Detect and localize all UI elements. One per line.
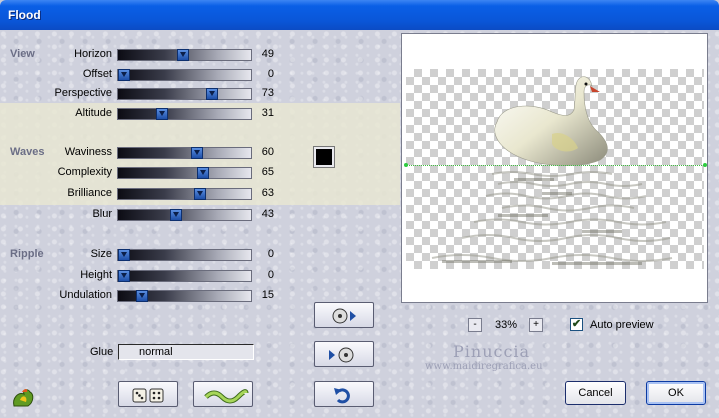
slider-thumb[interactable] <box>194 188 207 200</box>
altitude-slider[interactable] <box>117 108 252 120</box>
slider-row-horizon: Horizon 49 <box>0 48 290 62</box>
slider-row-height: Height 0 <box>0 269 290 283</box>
slider-value: 0 <box>267 248 274 260</box>
slider-value: 73 <box>261 87 274 99</box>
reset-icon <box>334 388 350 404</box>
slider-value: 31 <box>261 107 274 119</box>
flaming-pear-logo-icon <box>13 389 34 407</box>
window-title: Flood <box>8 8 41 22</box>
slider-row-brilliance: Brilliance 63 <box>0 187 290 201</box>
glue-label: Glue <box>90 346 114 358</box>
slider-value: 63 <box>261 187 274 199</box>
slider-label: Perspective <box>54 87 112 99</box>
save-preset-button[interactable] <box>314 302 374 328</box>
slider-thumb[interactable] <box>190 147 203 159</box>
auto-preview-checkbox[interactable]: ✔ <box>570 318 583 331</box>
save-preset-icon <box>332 308 356 324</box>
waves-color-swatch[interactable] <box>313 146 335 168</box>
zoom-level: 33% <box>494 319 518 331</box>
slider-value: 65 <box>261 166 274 178</box>
load-preset-icon <box>329 347 354 363</box>
slider-label: Waviness <box>64 146 112 158</box>
slider-thumb[interactable] <box>118 69 130 81</box>
undulation-slider[interactable] <box>117 290 252 302</box>
slider-label: Altitude <box>75 107 112 119</box>
slider-value: 15 <box>261 289 274 301</box>
horizon-slider[interactable] <box>117 49 252 61</box>
slider-row-size: Size 0 <box>0 248 290 262</box>
zoom-out-button[interactable]: - <box>468 318 482 332</box>
size-slider[interactable] <box>117 249 252 261</box>
perspective-slider[interactable] <box>117 88 252 100</box>
load-preset-button[interactable] <box>314 341 374 367</box>
auto-preview-label: Auto preview <box>590 319 654 331</box>
slider-value: 60 <box>261 146 274 158</box>
slider-value: 0 <box>267 68 274 80</box>
slider-label: Brilliance <box>67 187 112 199</box>
slider-thumb[interactable] <box>170 209 183 221</box>
slider-label: Blur <box>92 208 112 220</box>
wave-preset-icon <box>204 389 249 404</box>
slider-row-offset: Offset 0 <box>0 68 290 82</box>
slider-label: Undulation <box>59 289 112 301</box>
slider-label: Complexity <box>57 166 112 178</box>
slider-thumb[interactable] <box>118 270 130 282</box>
complexity-slider[interactable] <box>117 167 252 179</box>
slider-thumb[interactable] <box>118 249 130 261</box>
horizon-marker-right[interactable] <box>703 163 707 167</box>
ok-button[interactable]: OK <box>646 381 706 405</box>
randomize-button[interactable] <box>118 381 178 407</box>
slider-row-altitude: Altitude 31 <box>0 107 290 121</box>
slider-row-waviness: Waviness 60 <box>0 146 290 160</box>
slider-value: 0 <box>267 269 274 281</box>
swan-preview-image <box>431 76 673 265</box>
horizon-guide-line <box>406 165 704 166</box>
reset-button[interactable] <box>314 381 374 407</box>
slider-row-complexity: Complexity 65 <box>0 166 290 180</box>
slider-row-undulation: Undulation 15 <box>0 289 290 303</box>
slider-label: Height <box>80 269 112 281</box>
slider-thumb[interactable] <box>206 88 219 100</box>
watermark-name: Pinuccia <box>453 342 531 361</box>
offset-slider[interactable] <box>117 69 252 81</box>
brilliance-slider[interactable] <box>117 188 252 200</box>
slider-thumb[interactable] <box>196 167 209 179</box>
glue-select[interactable]: normal <box>118 344 254 360</box>
slider-label: Offset <box>82 68 112 80</box>
slider-value: 49 <box>261 48 274 60</box>
slider-thumb[interactable] <box>177 49 190 61</box>
slider-row-blur: Blur 43 <box>0 208 290 222</box>
horizon-marker-left[interactable] <box>404 163 408 167</box>
slider-label: Horizon <box>74 48 112 60</box>
slider-row-perspective: Perspective 73 <box>0 87 290 101</box>
randomize-dice-icon <box>132 388 164 403</box>
slider-thumb[interactable] <box>136 290 149 302</box>
title-bar: Flood <box>0 0 719 30</box>
blur-slider[interactable] <box>117 209 252 221</box>
height-slider[interactable] <box>117 270 252 282</box>
cancel-button[interactable]: Cancel <box>565 381 626 405</box>
slider-value: 43 <box>261 208 274 220</box>
waviness-slider[interactable] <box>117 147 252 159</box>
slider-label: Size <box>90 248 112 260</box>
preview-panel[interactable] <box>401 33 708 303</box>
slider-thumb[interactable] <box>155 108 168 120</box>
watermark-url: www.maidiregrafica.eu <box>425 361 543 372</box>
wave-preset-button[interactable] <box>193 381 253 407</box>
zoom-in-button[interactable]: + <box>529 318 543 332</box>
